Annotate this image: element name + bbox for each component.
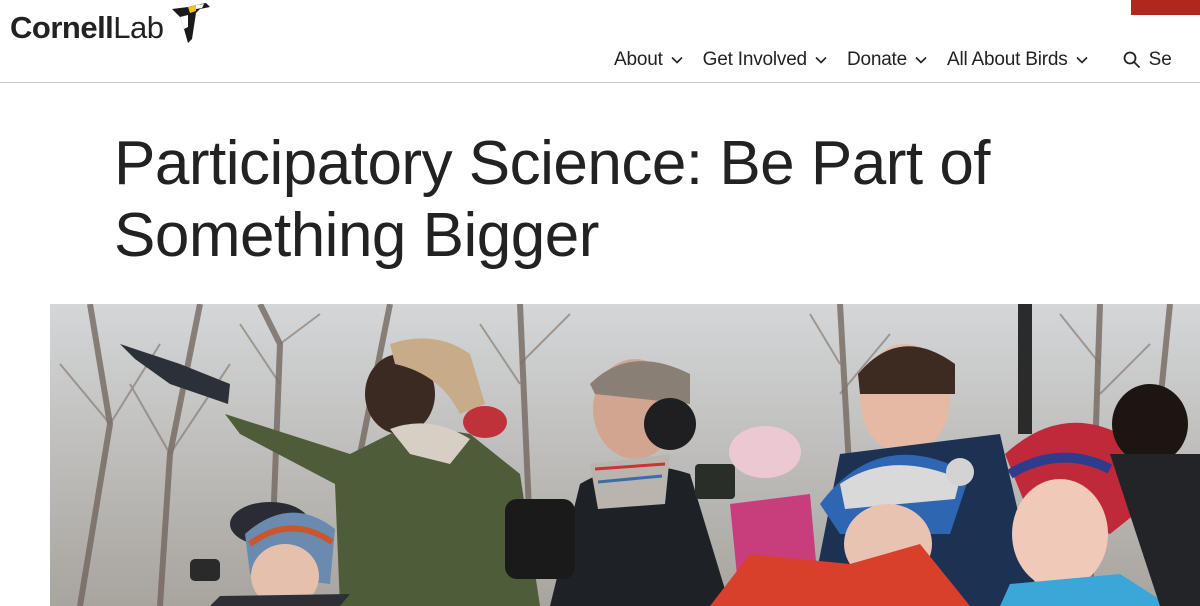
nav-item-get-involved[interactable]: Get Involved (703, 49, 827, 71)
nav-item-label: All About Birds (947, 49, 1068, 70)
site-header: CornellLab About Get Involved Donate All… (0, 0, 1200, 83)
hero-illustration (50, 304, 1200, 606)
chevron-down-icon (1076, 56, 1088, 64)
nav-item-donate[interactable]: Donate (847, 49, 927, 71)
logo-wordmark: CornellLab (10, 10, 164, 45)
page-title: Participatory Science: Be Part of Someth… (114, 129, 991, 270)
nav-item-about[interactable]: About (614, 49, 683, 71)
nav-item-all-about-birds[interactable]: All About Birds (947, 49, 1088, 71)
chevron-down-icon (915, 56, 927, 64)
chevron-down-icon (815, 56, 827, 64)
search-button[interactable]: Se (1123, 49, 1172, 71)
nav-item-label: About (614, 49, 663, 70)
hero-photo-birders (50, 304, 1200, 606)
search-label: Se (1148, 49, 1172, 70)
search-icon (1123, 51, 1140, 69)
top-red-tab[interactable] (1131, 0, 1200, 15)
nav-item-label: Get Involved (702, 49, 807, 70)
woodpecker-logo-icon (166, 0, 214, 52)
main-nav: About Get Involved Donate All About Bird… (614, 46, 1172, 74)
cornell-lab-logo[interactable]: CornellLab (10, 2, 214, 52)
chevron-down-icon (671, 56, 683, 64)
nav-item-label: Donate (846, 49, 908, 70)
